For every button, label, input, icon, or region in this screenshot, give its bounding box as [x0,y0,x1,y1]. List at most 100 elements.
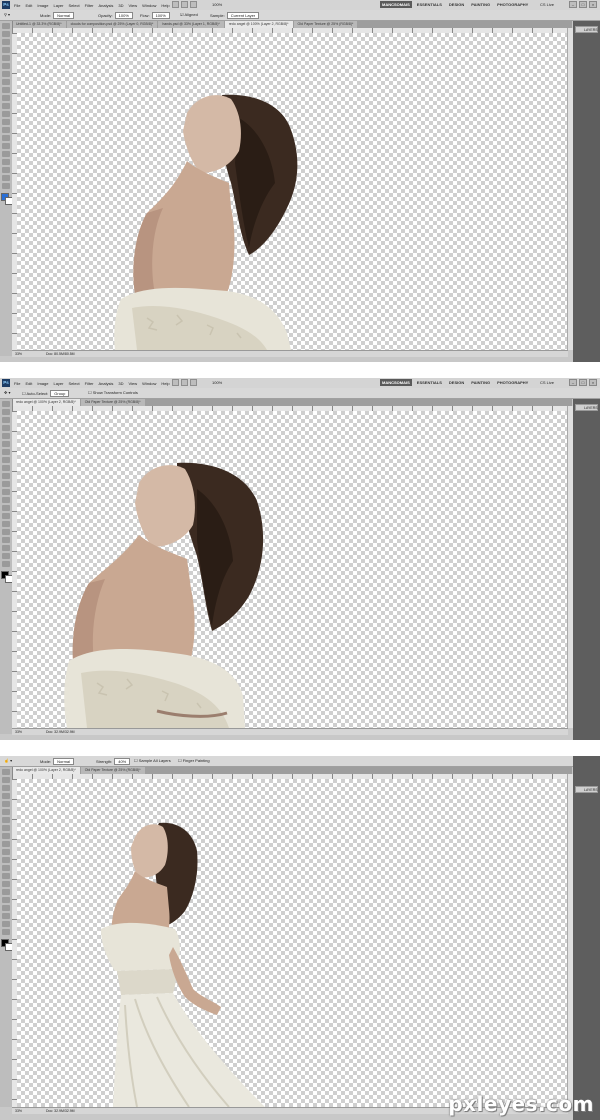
healing-tool-icon[interactable] [2,71,10,77]
pen-tool-icon[interactable] [2,881,10,887]
quick-select-tool-icon[interactable] [2,425,10,431]
workspace-essentials[interactable]: ESSENTIALS [415,379,444,386]
crop-tool-icon[interactable] [2,433,10,439]
tab-doc-active[interactable]: redo angel @ 100% (Layer 2, RGB/8)* [12,767,80,774]
mini-bridge-icon[interactable] [181,1,188,8]
workspace-photography[interactable]: PHOTOGRAPHY [495,379,530,386]
menu-image[interactable]: Image [37,3,48,8]
blur-tool-icon[interactable] [2,497,10,503]
auto-select-dropdown[interactable]: Group [50,390,70,397]
show-transform-controls-checkbox[interactable]: Show Transform Controls [93,390,138,395]
marquee-tool-icon[interactable] [2,409,10,415]
photoshop-logo-icon[interactable]: Ps [2,1,10,9]
menu-view[interactable]: View [129,3,138,8]
zoom-level[interactable]: 33% [15,1109,22,1113]
menu-select[interactable]: Select [69,3,80,8]
dodge-tool-icon[interactable] [2,873,10,879]
workspace-design[interactable]: DESIGN [447,1,466,8]
opacity-field[interactable]: 100% [114,12,133,19]
brush-tool-icon[interactable] [2,825,10,831]
gradient-tool-icon[interactable] [2,111,10,117]
tab-doc[interactable]: Old Paper Texture @ 25% (RGB/8)* [293,21,358,28]
3d-tool-icon[interactable] [2,545,10,551]
tab-doc-active[interactable]: redo angel @ 100% (Layer 2, RGB/8)* [224,21,293,28]
workspace-mancsomais[interactable]: MANCSOMAIS [380,379,412,386]
eraser-tool-icon[interactable] [2,849,10,855]
menu-help[interactable]: Help [161,381,169,386]
blur-tool-icon[interactable] [2,865,10,871]
zoom-tool-icon[interactable] [2,929,10,935]
tab-doc[interactable]: Old Paper Texture @ 25% (RGB/8)* [80,767,145,774]
eyedropper-tool-icon[interactable] [2,441,10,447]
move-tool-icon[interactable]: ✥ ▾ [4,390,10,395]
dodge-tool-icon[interactable] [2,505,10,511]
color-swatches[interactable] [1,193,13,205]
marquee-tool-icon[interactable] [2,777,10,783]
move-tool-icon[interactable] [2,401,10,407]
menu-analysis[interactable]: Analysis [99,381,114,386]
pen-tool-icon[interactable] [2,135,10,141]
eraser-tool-icon[interactable] [2,481,10,487]
maximize-icon[interactable]: □ [579,379,587,386]
path-select-tool-icon[interactable] [2,529,10,535]
mini-bridge-icon[interactable] [181,379,188,386]
menu-help[interactable]: Help [161,3,169,8]
lasso-tool-icon[interactable] [2,39,10,45]
pen-tool-icon[interactable] [2,513,10,519]
lasso-tool-icon[interactable] [2,417,10,423]
menu-3d[interactable]: 3D [118,3,123,8]
workspace-essentials[interactable]: ESSENTIALS [415,1,444,8]
cs-live-button[interactable]: CS Live [540,380,554,385]
smudge-tool-icon[interactable]: ☝ ▾ [4,758,12,763]
minimize-icon[interactable]: – [569,379,577,386]
layers-panel-button[interactable]: LAYERS [575,26,598,33]
blur-tool-icon[interactable] [2,119,10,125]
clone-stamp-tool-icon[interactable] [2,465,10,471]
path-select-tool-icon[interactable] [2,897,10,903]
document-canvas[interactable] [17,33,567,350]
zoom-select[interactable]: 100% [212,380,222,385]
brush-tool-icon[interactable] [2,79,10,85]
layers-panel-button[interactable]: LAYERS [575,786,598,793]
workspace-design[interactable]: DESIGN [447,379,466,386]
close-icon[interactable]: × [589,1,597,8]
menu-filter[interactable]: Filter [85,381,94,386]
menu-layer[interactable]: Layer [53,381,63,386]
lasso-tool-icon[interactable] [2,785,10,791]
tab-doc[interactable]: clouds for composition.psd @ 25% (Layer … [66,21,158,28]
3d-tool-icon[interactable] [2,167,10,173]
menu-window[interactable]: Window [142,381,156,386]
shape-tool-icon[interactable] [2,537,10,543]
menu-select[interactable]: Select [69,381,80,386]
type-tool-icon[interactable] [2,889,10,895]
move-tool-icon[interactable] [2,769,10,775]
cs-live-button[interactable]: CS Live [540,2,554,7]
zoom-level[interactable]: 33% [15,352,22,356]
workspace-painting[interactable]: PAINTING [469,1,492,8]
zoom-tool-icon[interactable] [2,561,10,567]
quick-select-tool-icon[interactable] [2,793,10,799]
healing-tool-icon[interactable] [2,817,10,823]
finger-painting-checkbox[interactable]: Finger Painting [183,758,210,763]
view-extras-icon[interactable] [190,379,197,386]
auto-select-label[interactable]: Auto-Select: [26,391,48,396]
aligned-checkbox-label[interactable]: Aligned [184,12,197,17]
color-swatches[interactable] [1,939,13,951]
photoshop-logo-icon[interactable]: Ps [2,379,10,387]
eyedropper-tool-icon[interactable] [2,809,10,815]
shape-tool-icon[interactable] [2,159,10,165]
brush-tool-icon[interactable] [2,457,10,463]
crop-tool-icon[interactable] [2,801,10,807]
menu-file[interactable]: File [14,3,20,8]
tab-doc-active[interactable]: redo angel @ 100% (Layer 2, RGB/8)* [12,399,80,406]
menu-layer[interactable]: Layer [53,3,63,8]
strength-field[interactable]: 40% [114,758,131,765]
close-icon[interactable]: × [589,379,597,386]
menu-3d[interactable]: 3D [118,381,123,386]
sample-all-layers-checkbox[interactable]: Sample All Layers [139,758,171,763]
tab-doc[interactable]: hands.psd @ 33% (Layer 1, RGB/8)* [158,21,224,28]
eyedropper-tool-icon[interactable] [2,63,10,69]
workspace-painting[interactable]: PAINTING [469,379,492,386]
hand-tool-icon[interactable] [2,175,10,181]
menu-filter[interactable]: Filter [85,3,94,8]
